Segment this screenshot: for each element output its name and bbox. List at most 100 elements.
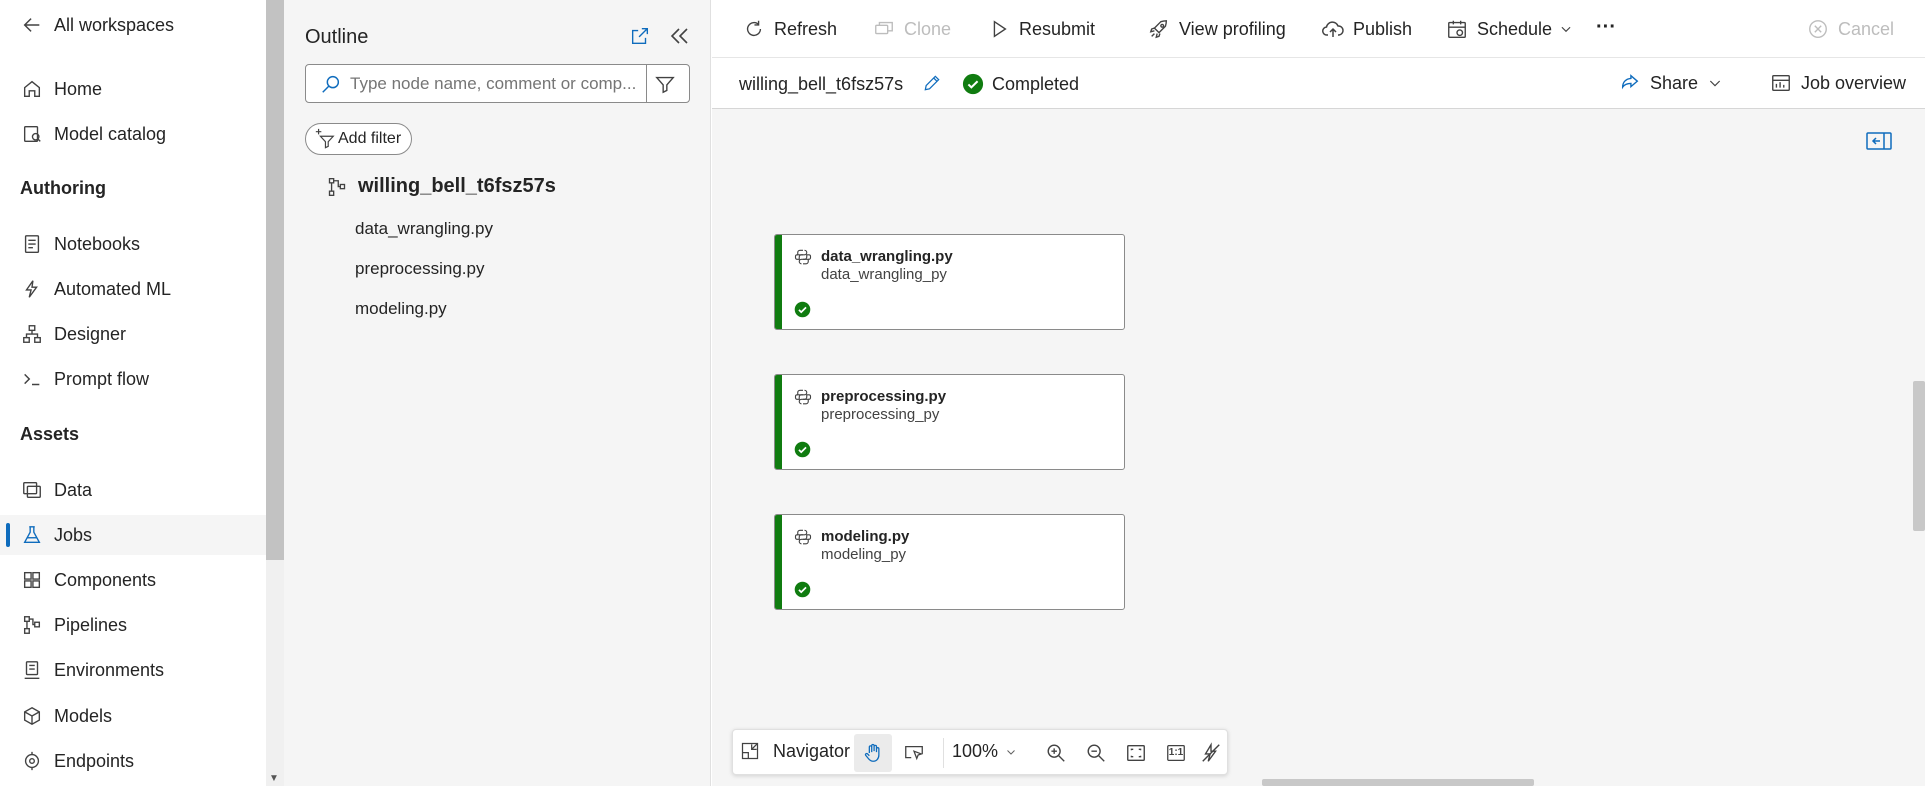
zoom-out-icon[interactable] <box>1081 738 1111 768</box>
model-catalog-icon <box>20 122 44 146</box>
refresh-button[interactable]: Refresh <box>742 14 837 44</box>
job-overview-label: Job overview <box>1801 72 1907 93</box>
collapse-panel-icon[interactable] <box>667 24 691 48</box>
nav-item-automated-ml[interactable]: Automated ML <box>0 269 266 309</box>
canvas-vertical-scrollbar[interactable] <box>1913 381 1925 531</box>
home-icon <box>20 77 44 101</box>
nav-item-label: Designer <box>54 323 127 344</box>
publish-label: Publish <box>1353 18 1413 39</box>
nav-item-designer[interactable]: Designer <box>0 314 266 354</box>
chevron-down-icon <box>1558 21 1574 37</box>
select-tool-button[interactable] <box>896 734 932 772</box>
command-toolbar: Refresh Clone Resubmit View profiling Pu… <box>712 0 1925 58</box>
python-script-icon <box>793 527 813 547</box>
edit-pencil-icon[interactable] <box>920 71 944 95</box>
prompt-flow-icon <box>20 367 44 391</box>
share-button[interactable]: Share <box>1618 71 1732 95</box>
actual-size-button[interactable]: 1:1 <box>1161 738 1191 768</box>
nav-item-data[interactable]: Data <box>0 470 266 510</box>
pipeline-node[interactable]: data_wrangling.py data_wrangling_py <box>774 234 1125 330</box>
nav-item-jobs[interactable]: Jobs <box>0 515 266 555</box>
share-label: Share <box>1650 72 1699 93</box>
refresh-label: Refresh <box>774 18 838 39</box>
canvas-horizontal-scrollbar[interactable] <box>1262 779 1534 786</box>
success-check-icon <box>793 580 811 598</box>
data-icon <box>20 478 44 502</box>
add-filter-button[interactable]: Add filter <box>305 123 413 155</box>
nav-item-label: Data <box>54 479 93 500</box>
expand-panel-icon[interactable] <box>1865 129 1893 153</box>
export-icon[interactable] <box>628 24 652 48</box>
nav-item-label: Components <box>54 569 157 590</box>
nav-item-notebooks[interactable]: Notebooks <box>0 224 266 264</box>
search-icon <box>318 71 344 97</box>
success-check-icon <box>962 73 984 95</box>
overview-panel-icon <box>1769 71 1793 95</box>
chevron-down-icon <box>1706 74 1724 92</box>
clone-button[interactable]: Clone <box>872 14 951 44</box>
filter-icon[interactable] <box>647 65 683 102</box>
calendar-icon <box>1445 17 1469 41</box>
navigator-button[interactable]: Navigator <box>739 740 850 762</box>
rocket-icon <box>1147 17 1171 41</box>
section-authoring: Authoring <box>20 178 106 198</box>
components-icon <box>20 568 44 592</box>
pipeline-node[interactable]: modeling.py modeling_py <box>774 514 1125 610</box>
cancel-icon <box>1806 17 1830 41</box>
publish-button[interactable]: Publish <box>1321 14 1412 44</box>
pan-tool-button[interactable] <box>854 734 892 772</box>
job-overview-button[interactable]: Job overview <box>1769 71 1906 95</box>
scroll-down-arrow-icon[interactable]: ▼ <box>269 773 279 784</box>
zoom-in-icon[interactable] <box>1041 738 1071 768</box>
nav-item-endpoints[interactable]: Endpoints <box>0 741 266 781</box>
pipeline-node[interactable]: preprocessing.py preprocessing_py <box>774 374 1125 470</box>
nav-item-label: Prompt flow <box>54 368 150 389</box>
cancel-button[interactable]: Cancel <box>1806 14 1894 44</box>
resubmit-label: Resubmit <box>1019 18 1096 39</box>
left-nav-scrollbar[interactable]: ▼ <box>266 0 284 786</box>
nav-item-home[interactable]: Home <box>0 69 266 109</box>
outline-title: Outline <box>305 26 369 48</box>
node-status-bar <box>775 375 782 469</box>
all-workspaces-link[interactable]: All workspaces <box>0 5 266 45</box>
nav-item-components[interactable]: Components <box>0 560 266 600</box>
add-filter-icon <box>314 128 336 150</box>
nav-item-environments[interactable]: Environments <box>0 650 266 690</box>
job-name: willing_bell_t6fsz57s <box>739 74 904 94</box>
success-check-icon <box>793 440 811 458</box>
outline-node-item[interactable]: preprocessing.py <box>355 259 484 279</box>
node-subtitle: preprocessing_py <box>821 406 940 423</box>
canvas-toolbar: Navigator 100% 1:1 <box>732 729 1228 775</box>
python-script-icon <box>793 247 813 267</box>
nav-item-label: Pipelines <box>54 614 128 635</box>
auto-layout-icon[interactable] <box>1196 738 1226 768</box>
nav-item-pipelines[interactable]: Pipelines <box>0 605 266 645</box>
nav-item-label: Automated ML <box>54 278 172 299</box>
nav-item-prompt-flow[interactable]: Prompt flow <box>0 359 266 399</box>
cancel-label: Cancel <box>1838 18 1895 39</box>
nav-item-model-catalog[interactable]: Model catalog <box>0 114 266 154</box>
resubmit-button[interactable]: Resubmit <box>987 14 1095 44</box>
outline-node-item[interactable]: data_wrangling.py <box>355 219 493 239</box>
cloud-upload-icon <box>1321 17 1345 41</box>
fit-to-screen-icon[interactable] <box>1121 738 1151 768</box>
section-assets: Assets <box>20 424 80 444</box>
view-profiling-button[interactable]: View profiling <box>1147 14 1286 44</box>
nav-item-models[interactable]: Models <box>0 696 266 736</box>
outline-tree-root[interactable]: willing_bell_t6fsz57s <box>326 175 556 198</box>
outline-node-item[interactable]: modeling.py <box>355 299 447 319</box>
outline-search-input[interactable] <box>350 73 646 94</box>
more-actions-button[interactable]: ··· <box>1596 12 1616 42</box>
left-nav-scroll-thumb[interactable] <box>266 0 284 560</box>
node-title: modeling.py <box>821 528 910 545</box>
clone-label: Clone <box>904 18 952 39</box>
navigator-label: Navigator <box>773 740 851 761</box>
nav-item-label: Model catalog <box>54 123 167 144</box>
node-subtitle: data_wrangling_py <box>821 266 947 283</box>
node-status-bar <box>775 515 782 609</box>
view-profiling-label: View profiling <box>1179 18 1286 39</box>
schedule-button[interactable]: Schedule <box>1445 14 1574 44</box>
pipeline-canvas[interactable]: data_wrangling.py data_wrangling_py prep… <box>712 109 1925 786</box>
actual-size-label: 1:1 <box>1168 747 1184 758</box>
zoom-dropdown[interactable]: 100% <box>952 741 1018 762</box>
